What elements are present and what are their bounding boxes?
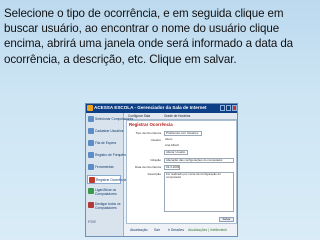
form-row-descricao: Descrição Foi realizado por conta da con… bbox=[127, 172, 237, 216]
sidebar-item-label: Cadastrar Usuários bbox=[95, 129, 124, 133]
window-title: ACESSA ESCOLA - Gerenciador da Sala de I… bbox=[94, 105, 207, 110]
occurrence-date-field[interactable]: 03-3-2009 bbox=[164, 165, 180, 170]
form-row-tipo: Tipo da Ocorrência Problemas com Usuário… bbox=[127, 131, 237, 137]
occurrence-icon bbox=[89, 177, 95, 183]
users-icon bbox=[88, 128, 94, 134]
sidebar-item-cadastrar[interactable]: Cadastrar Usuários bbox=[87, 127, 124, 136]
save-button[interactable]: Salvar bbox=[219, 217, 234, 222]
occurrence-type-select[interactable]: Problemas com Usuários bbox=[164, 131, 202, 136]
footer-bar: Atualização Sair Ir Sessões Atualizações… bbox=[124, 225, 237, 236]
sidebar-item-fila[interactable]: Fila de Espera bbox=[87, 139, 121, 148]
app-window: ACESSA ESCOLA - Gerenciador da Sala de I… bbox=[85, 103, 238, 237]
queue-icon bbox=[88, 140, 94, 146]
field-label: Usuário bbox=[150, 138, 161, 142]
tab-grade-horarios[interactable]: Grade de Horários bbox=[164, 113, 190, 119]
infraction-select[interactable]: Alteração das configurações do computado… bbox=[164, 158, 234, 163]
sidebar-item-label: Fila de Espera bbox=[95, 141, 117, 145]
sidebar: Selecionar Computadores Cadastrar Usuári… bbox=[86, 113, 133, 236]
field-label: Data da Ocorrência bbox=[134, 165, 161, 169]
slide: Selecione o tipo de ocorrência, e em seg… bbox=[0, 0, 320, 240]
sidebar-item-frequencia[interactable]: Registro de Frequência bbox=[87, 151, 129, 160]
field-label: Infração bbox=[150, 158, 161, 162]
footer-update[interactable]: Atualização bbox=[130, 228, 148, 232]
sidebar-item-label: Registro de Frequência bbox=[95, 153, 130, 157]
footer-exit[interactable]: Sair bbox=[154, 228, 160, 232]
close-button[interactable] bbox=[232, 105, 237, 111]
user-name-value: Ana Alberti bbox=[165, 144, 179, 147]
register-icon bbox=[88, 152, 94, 158]
computer-icon bbox=[88, 116, 94, 122]
description-textarea[interactable]: Foi realizado por conta da configuração … bbox=[164, 172, 234, 212]
footer-sessions[interactable]: Ir Sessões bbox=[168, 228, 184, 232]
sidebar-item-label: Ferramentas bbox=[95, 165, 114, 169]
sidebar-item-ligar[interactable]: Ligar/Ativar os Computadores bbox=[87, 187, 121, 198]
toolbar: Configurar Sala Grade de Horários bbox=[124, 113, 237, 120]
power-off-icon bbox=[88, 202, 94, 208]
change-user-button[interactable]: Alterar Usuário bbox=[164, 150, 188, 155]
user-type-value: Aluno bbox=[165, 138, 173, 141]
app-logo-icon bbox=[87, 105, 93, 111]
brand-logo: Atualizações | Intellectech bbox=[188, 228, 228, 232]
sidebar-item-label: Desligar todos os Computadores bbox=[95, 202, 121, 210]
form-row-infracao: Infração Alteração das configurações do … bbox=[127, 158, 237, 164]
sidebar-item-selecionar[interactable]: Selecionar Computadores bbox=[87, 115, 133, 124]
occurrence-form: Registrar Ocorrência Tipo da Ocorrência … bbox=[126, 120, 237, 224]
form-row-data: Data da Ocorrência 03-3-2009 bbox=[127, 165, 237, 171]
power-on-icon bbox=[88, 188, 94, 194]
sidebar-item-ferramentas[interactable]: Ferramentas bbox=[87, 163, 121, 172]
sidebar-item-ocorrencia[interactable]: Registrar Ocorrência bbox=[87, 175, 126, 184]
sidebar-item-label: Registrar Ocorrência bbox=[96, 178, 127, 182]
sidebar-item-desligar[interactable]: Desligar todos os Computadores bbox=[87, 201, 121, 212]
form-row-alterar: Alterar Usuário bbox=[127, 150, 237, 156]
slide-caption: Selecione o tipo de ocorrência, e em seg… bbox=[4, 7, 294, 66]
tools-icon bbox=[88, 164, 94, 170]
title-bar: ACESSA ESCOLA - Gerenciador da Sala de I… bbox=[86, 104, 237, 113]
sidebar-item-label: Ligar/Ativar os Computadores bbox=[95, 188, 117, 196]
form-title: Registrar Ocorrência bbox=[129, 122, 173, 127]
fde-logo: FDE bbox=[88, 219, 96, 224]
minimize-button[interactable] bbox=[220, 105, 225, 111]
field-label: Tipo da Ocorrência bbox=[135, 131, 161, 135]
maximize-button[interactable] bbox=[226, 105, 231, 111]
field-label: Descrição bbox=[147, 172, 161, 176]
